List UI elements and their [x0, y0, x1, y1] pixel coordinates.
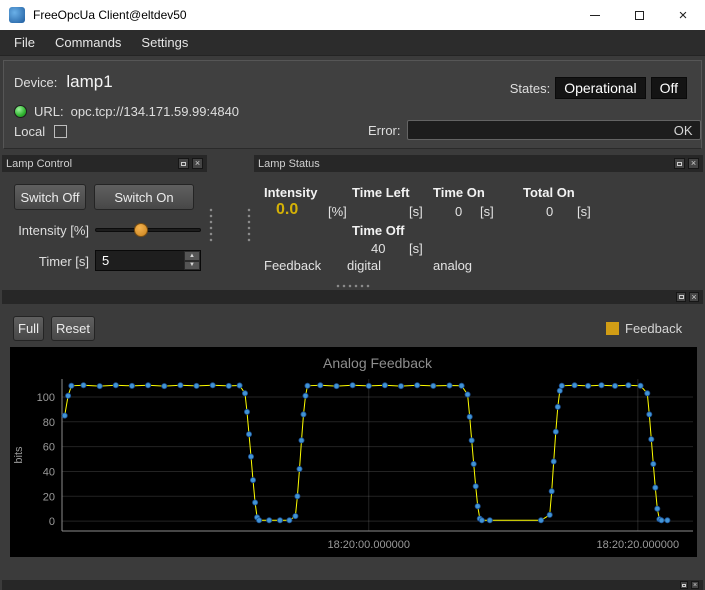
intensity-slider-track[interactable]	[95, 228, 201, 232]
switch-on-button[interactable]: Switch On	[94, 184, 194, 210]
status-time-on-value: 0	[455, 204, 462, 219]
minimize-button[interactable]	[573, 0, 617, 30]
status-intensity-unit: [%]	[328, 204, 347, 219]
status-header-time-left: Time Left	[352, 185, 410, 200]
bottom-dock-titlebar[interactable]: ×	[2, 580, 703, 590]
status-time-off-value: 40	[371, 241, 385, 256]
status-header-time-on: Time On	[433, 185, 485, 200]
window-titlebar[interactable]: FreeOpcUa Client@eltdev50 ×	[0, 0, 705, 30]
connection-led-icon	[14, 105, 27, 118]
lamp-control-title: Lamp Control	[6, 158, 175, 170]
window-title: FreeOpcUa Client@eltdev50	[33, 8, 573, 22]
svg-text:18:20:00.000000: 18:20:00.000000	[327, 539, 410, 551]
menu-settings[interactable]: Settings	[131, 31, 198, 54]
status-time-on-unit: [s]	[480, 204, 494, 219]
url-label: URL:	[34, 104, 64, 119]
svg-text:0: 0	[49, 516, 55, 528]
switch-off-button[interactable]: Switch Off	[14, 184, 86, 210]
full-button[interactable]: Full	[13, 316, 44, 341]
svg-text:18:20:20.000000: 18:20:20.000000	[597, 539, 680, 551]
device-panel: Device: lamp1 States: Operational Off UR…	[3, 60, 702, 149]
svg-text:60: 60	[43, 442, 55, 454]
status-total-on-unit: [s]	[577, 204, 591, 219]
close-icon: ×	[195, 159, 200, 168]
bottom-dock-close-button[interactable]: ×	[691, 581, 699, 589]
float-icon	[679, 295, 684, 299]
status-intensity-value: 0.0	[276, 201, 298, 219]
local-label: Local	[14, 124, 45, 139]
feedback-analog-label: analog	[433, 258, 472, 273]
minimize-icon	[590, 15, 600, 16]
maximize-button[interactable]	[617, 0, 661, 30]
feedback-digital-label: digital	[347, 258, 381, 273]
menu-commands[interactable]: Commands	[45, 31, 131, 54]
error-status-value: OK	[674, 123, 693, 138]
close-button[interactable]: ×	[661, 0, 705, 30]
menu-file[interactable]: File	[4, 31, 45, 54]
status-header-total-on: Total On	[523, 185, 575, 200]
bottom-dock-float-button[interactable]	[680, 581, 688, 589]
url-value: opc.tcp://134.171.59.99:4840	[71, 104, 239, 119]
svg-text:100: 100	[37, 392, 55, 404]
timer-spinbox[interactable]: 5 ▲ ▼	[95, 250, 201, 271]
feedback-label: Feedback	[264, 258, 321, 273]
legend-feedback-swatch	[606, 322, 619, 335]
svg-text:bits: bits	[13, 446, 25, 464]
plot-dock-close-button[interactable]: ×	[689, 292, 699, 302]
status-header-intensity: Intensity	[264, 185, 317, 200]
state-item-off[interactable]: Off	[651, 77, 687, 99]
timer-value[interactable]: 5	[96, 251, 184, 270]
status-time-off-unit: [s]	[409, 241, 423, 256]
float-icon	[682, 584, 686, 587]
lamp-control-close-button[interactable]: ×	[192, 158, 203, 169]
status-time-left-unit: [s]	[409, 204, 423, 219]
lamp-status-close-button[interactable]: ×	[688, 158, 699, 169]
float-icon	[677, 162, 682, 166]
vertical-splitter-handle[interactable]	[246, 207, 252, 243]
local-checkbox[interactable]	[54, 125, 67, 138]
svg-text:20: 20	[43, 491, 55, 503]
plot-dock-float-button[interactable]	[676, 292, 686, 302]
lamp-status-float-button[interactable]	[674, 158, 685, 169]
close-icon: ×	[679, 8, 688, 23]
feedback-chart[interactable]: 0 20 40 60 80 100 18:20:00.000000 18:20:20.0000…	[10, 347, 697, 557]
timer-spin-up-button[interactable]: ▲	[184, 251, 200, 261]
app-icon	[9, 7, 25, 23]
svg-text:Analog Feedback: Analog Feedback	[323, 355, 433, 371]
timer-spin-down-button[interactable]: ▼	[184, 261, 200, 271]
lamp-status-title: Lamp Status	[258, 158, 671, 170]
intensity-slider[interactable]	[95, 222, 201, 238]
svg-text:80: 80	[43, 417, 55, 429]
lamp-control-titlebar[interactable]: Lamp Control ×	[2, 155, 207, 172]
lamp-status-titlebar[interactable]: Lamp Status ×	[254, 155, 703, 172]
device-name: lamp1	[66, 72, 112, 92]
close-icon: ×	[691, 159, 696, 168]
horizontal-splitter-handle[interactable]	[335, 283, 371, 289]
state-item-operational[interactable]: Operational	[555, 77, 645, 99]
states-label: States:	[510, 81, 550, 96]
legend-feedback-label: Feedback	[625, 321, 682, 336]
vertical-splitter-handle[interactable]	[208, 207, 214, 243]
intensity-slider-handle[interactable]	[134, 223, 148, 237]
float-icon	[181, 162, 186, 166]
error-label: Error:	[368, 123, 401, 138]
error-status-bar: OK	[407, 120, 701, 140]
maximize-icon	[635, 11, 644, 20]
status-total-on-value: 0	[546, 204, 553, 219]
close-icon: ×	[693, 582, 697, 589]
timer-label: Timer [s]	[6, 254, 89, 269]
feedback-chart-svg[interactable]: 0 20 40 60 80 100 18:20:00.000000 18:20:20.0000…	[10, 347, 697, 557]
menubar: File Commands Settings	[0, 30, 705, 56]
plot-dock-titlebar[interactable]: ×	[2, 290, 703, 304]
close-icon: ×	[691, 293, 696, 302]
intensity-label: Intensity [%]	[6, 223, 89, 238]
svg-text:40: 40	[43, 466, 55, 478]
status-header-time-off: Time Off	[352, 223, 405, 238]
lamp-control-float-button[interactable]	[178, 158, 189, 169]
reset-button[interactable]: Reset	[51, 316, 95, 341]
device-label: Device:	[14, 75, 57, 90]
